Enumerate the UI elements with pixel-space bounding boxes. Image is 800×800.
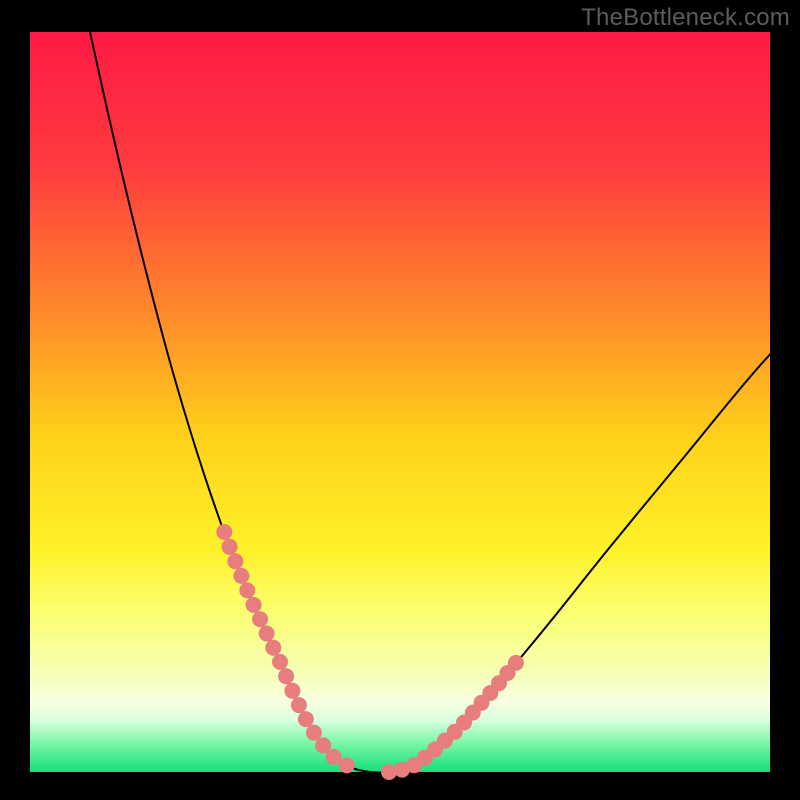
- data-dot: [508, 655, 524, 671]
- data-dot: [291, 697, 307, 713]
- gradient-background: [30, 32, 770, 772]
- chart-stage: TheBottleneck.com: [0, 0, 800, 800]
- data-dot: [222, 539, 238, 555]
- data-dot: [339, 757, 355, 773]
- data-dot: [272, 654, 288, 670]
- data-dot: [252, 611, 268, 627]
- watermark-text: TheBottleneck.com: [581, 4, 790, 32]
- data-dot: [284, 683, 300, 699]
- data-dot: [265, 640, 281, 656]
- data-dot: [233, 568, 249, 584]
- data-dot: [298, 711, 314, 727]
- data-dot: [326, 749, 342, 765]
- data-dot: [278, 668, 294, 684]
- data-dot: [216, 524, 232, 540]
- data-dot: [306, 725, 322, 741]
- data-dot: [259, 626, 275, 642]
- data-dot: [227, 553, 243, 569]
- data-dot: [246, 597, 262, 613]
- data-dot: [239, 582, 255, 598]
- bottleneck-chart: [0, 0, 800, 800]
